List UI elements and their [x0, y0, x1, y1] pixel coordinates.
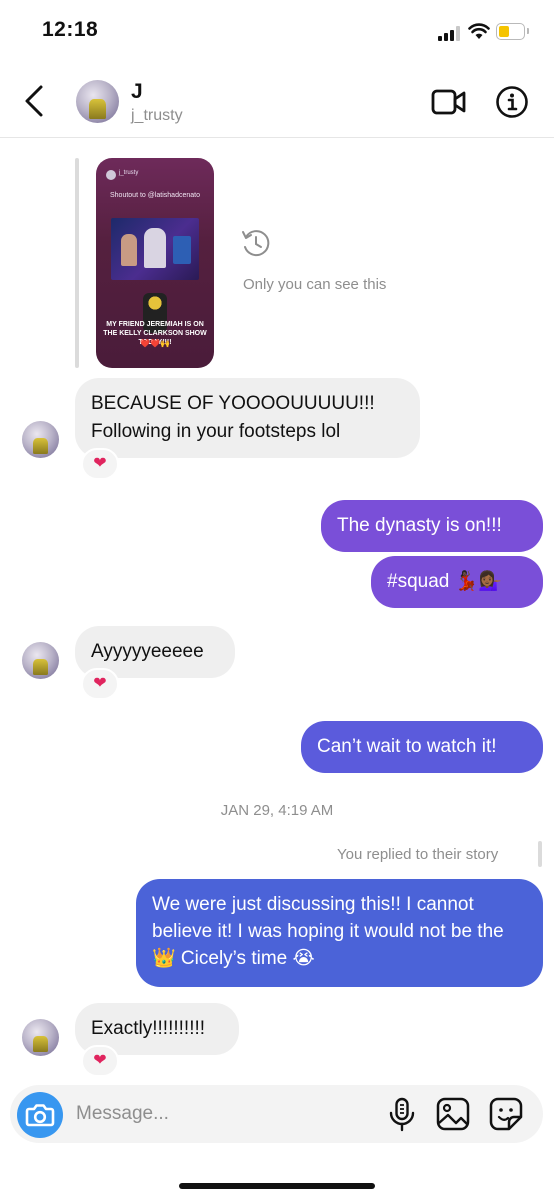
- incoming-message[interactable]: BECAUSE OF YOOOOUUUUU!!! Following in yo…: [75, 378, 420, 458]
- story-avatar: [106, 170, 116, 180]
- story-reply-label: You replied to their story: [337, 846, 499, 863]
- history-icon: [240, 228, 272, 265]
- story-reply-indicator: [538, 841, 542, 867]
- wifi-icon: [468, 22, 490, 45]
- cellular-signal-icon: [438, 26, 462, 41]
- home-indicator: [179, 1183, 375, 1189]
- video-call-icon[interactable]: [431, 88, 467, 121]
- outgoing-message[interactable]: #squad 💃🏿💁🏾‍♀️: [371, 556, 543, 608]
- sticker-icon[interactable]: [489, 1097, 523, 1136]
- message-input[interactable]: [76, 1101, 366, 1127]
- story-visibility-note: Only you can see this: [243, 276, 387, 293]
- info-icon[interactable]: [495, 85, 529, 124]
- outgoing-message[interactable]: The dynasty is on!!!: [321, 500, 543, 552]
- contact-username[interactable]: j_trusty: [131, 107, 183, 125]
- camera-icon: [25, 1104, 55, 1127]
- battery-icon: [496, 23, 529, 40]
- back-button[interactable]: [22, 84, 46, 123]
- story-shoutout-text: Shoutout to @latishadcenato: [109, 192, 200, 199]
- sender-avatar[interactable]: [22, 421, 59, 458]
- contact-name[interactable]: J: [131, 80, 143, 104]
- sender-avatar[interactable]: [22, 642, 59, 679]
- story-reply-indicator: [75, 158, 79, 368]
- story-thumbnail[interactable]: j_trusty Shoutout to @latishadcenato MY …: [96, 158, 214, 368]
- camera-button[interactable]: [17, 1092, 63, 1138]
- heart-reaction[interactable]: ❤: [81, 448, 119, 480]
- microphone-icon[interactable]: [388, 1097, 416, 1138]
- sender-avatar[interactable]: [22, 1019, 59, 1056]
- conversation-timestamp: JAN 29, 4:19 AM: [220, 802, 334, 819]
- story-handle: j_trusty: [119, 170, 139, 176]
- outgoing-message[interactable]: Can’t wait to watch it!: [301, 721, 543, 773]
- outgoing-message[interactable]: We were just discussing this!! I cannot …: [136, 879, 543, 987]
- gallery-icon[interactable]: [436, 1097, 470, 1136]
- header-divider: [0, 137, 554, 138]
- heart-reaction[interactable]: ❤: [81, 668, 119, 700]
- heart-reaction[interactable]: ❤: [81, 1045, 119, 1077]
- story-tv-image: [111, 218, 199, 280]
- status-time: 12:18: [42, 18, 99, 41]
- story-emojis: ❤️❤️🙌: [140, 339, 170, 348]
- contact-avatar[interactable]: [76, 80, 119, 123]
